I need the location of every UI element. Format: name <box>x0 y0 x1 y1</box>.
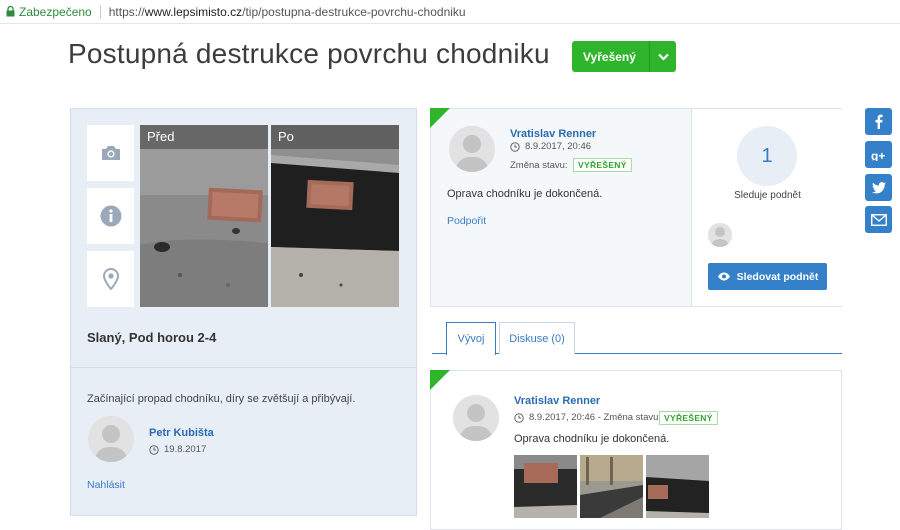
twitter-share-button[interactable] <box>865 174 892 201</box>
clock-icon <box>149 444 159 455</box>
email-share-button[interactable] <box>865 206 892 233</box>
location-text: Slaný, Pod horou 2-4 <box>87 330 217 345</box>
status-badge: VYŘEŠENÝ <box>659 411 718 425</box>
issue-panel: Před Po Slaný, Pod horou 2-4 Začínající … <box>70 108 417 516</box>
update-change-label: Změna stavu: <box>510 160 568 171</box>
eye-icon <box>717 272 730 281</box>
avatar[interactable] <box>88 416 134 462</box>
photo-before[interactable]: Před <box>140 125 268 307</box>
change-label-text: Změna stavu: <box>510 160 568 171</box>
status-badge: VYŘEŠENÝ <box>573 158 632 172</box>
info-tab[interactable] <box>87 188 134 244</box>
timeline-date: 8.9.2017, 20:46 - Změna stavu: <box>514 412 661 423</box>
follower-avatar[interactable] <box>708 223 732 247</box>
clock-icon <box>514 412 524 423</box>
avatar[interactable] <box>453 395 499 441</box>
support-link[interactable]: Podpořit <box>447 215 486 227</box>
camera-icon <box>101 146 120 160</box>
resolved-corner-marker <box>430 108 450 128</box>
google-plus-icon: g+ <box>871 149 885 161</box>
map-tab[interactable] <box>87 251 134 307</box>
google-plus-share-button[interactable]: g+ <box>865 141 892 168</box>
update-date: 8.9.2017, 20:46 <box>510 141 591 152</box>
status-update-card: Vratislav Renner 8.9.2017, 20:46 Změna s… <box>430 108 842 307</box>
media-toolbar <box>87 125 134 314</box>
url-path: /tip/postupna-destrukce-povrchu-chodniku <box>242 4 466 19</box>
update-date-text: 8.9.2017, 20:46 <box>525 141 592 152</box>
update-author-link[interactable]: Vratislav Renner <box>510 128 596 140</box>
timeline-entry: Vratislav Renner 8.9.2017, 20:46 - Změna… <box>430 370 842 530</box>
photo-after-image <box>271 125 399 307</box>
follow-button[interactable]: Sledovat podnět <box>708 263 827 290</box>
secure-indicator[interactable]: Zabezpečeno <box>6 5 92 19</box>
lock-icon <box>6 6 15 17</box>
timeline-photo-thumb[interactable] <box>580 455 643 518</box>
photo-after[interactable]: Po <box>271 125 399 307</box>
url-prefix: https:// <box>108 4 145 19</box>
timeline-photo-thumb[interactable] <box>514 455 577 518</box>
timeline-date-text: 8.9.2017, 20:46 - Změna stavu: <box>529 412 662 423</box>
map-pin-icon <box>102 268 119 290</box>
clock-icon <box>510 141 520 152</box>
timeline-photo-thumb[interactable] <box>646 455 709 518</box>
facebook-share-button[interactable] <box>865 108 892 135</box>
update-text: Oprava chodníku je dokončená. <box>447 188 603 200</box>
facebook-icon <box>875 114 883 129</box>
address-divider <box>99 4 101 19</box>
svg-text:g+: g+ <box>871 149 885 161</box>
report-link[interactable]: Nahlásit <box>87 479 125 491</box>
photo-before-caption: Před <box>140 125 268 149</box>
email-icon <box>870 213 887 226</box>
status-label: Vyřešený <box>583 49 636 64</box>
tab-bar: Vývoj Diskuse (0) <box>432 322 842 355</box>
page-title: Postupná destrukce povrchu chodniku <box>68 38 550 69</box>
follow-panel: 1 Sleduje podnět Sledovat podnět <box>691 109 842 306</box>
status-dropdown-button[interactable]: Vyřešený <box>572 41 676 72</box>
twitter-icon <box>871 181 886 193</box>
info-icon <box>100 205 121 227</box>
issue-description: Začínající propad chodníku, díry se zvět… <box>87 393 356 405</box>
author-name-link[interactable]: Petr Kubišta <box>149 427 214 439</box>
tab-diskuse[interactable]: Diskuse (0) <box>499 322 575 354</box>
author-date-text: 19.8.2017 <box>164 444 207 455</box>
chevron-down-icon[interactable] <box>649 41 676 72</box>
follower-count: 1 <box>737 126 797 186</box>
timeline-text: Oprava chodníku je dokončená. <box>514 433 670 445</box>
follow-button-label: Sledovat podnět <box>736 270 819 283</box>
resolved-corner-marker <box>430 370 450 390</box>
author-date: 19.8.2017 <box>149 444 206 455</box>
tab-vyvoj[interactable]: Vývoj <box>446 322 496 355</box>
url-host: www.lepsimisto.cz <box>144 4 243 19</box>
follower-label: Sleduje podnět <box>734 190 801 201</box>
photo-before-image <box>140 125 268 307</box>
photo-after-caption: Po <box>271 125 399 149</box>
avatar[interactable] <box>449 126 495 172</box>
divider <box>71 367 416 368</box>
photos-tab[interactable] <box>87 125 134 181</box>
timeline-author-link[interactable]: Vratislav Renner <box>514 395 600 407</box>
secure-label: Zabezpečeno <box>19 4 92 19</box>
url-text[interactable]: https://www.lepsimisto.cz/tip/postupna-d… <box>109 5 466 19</box>
address-bar[interactable]: Zabezpečeno https://www.lepsimisto.cz/ti… <box>0 0 900 24</box>
